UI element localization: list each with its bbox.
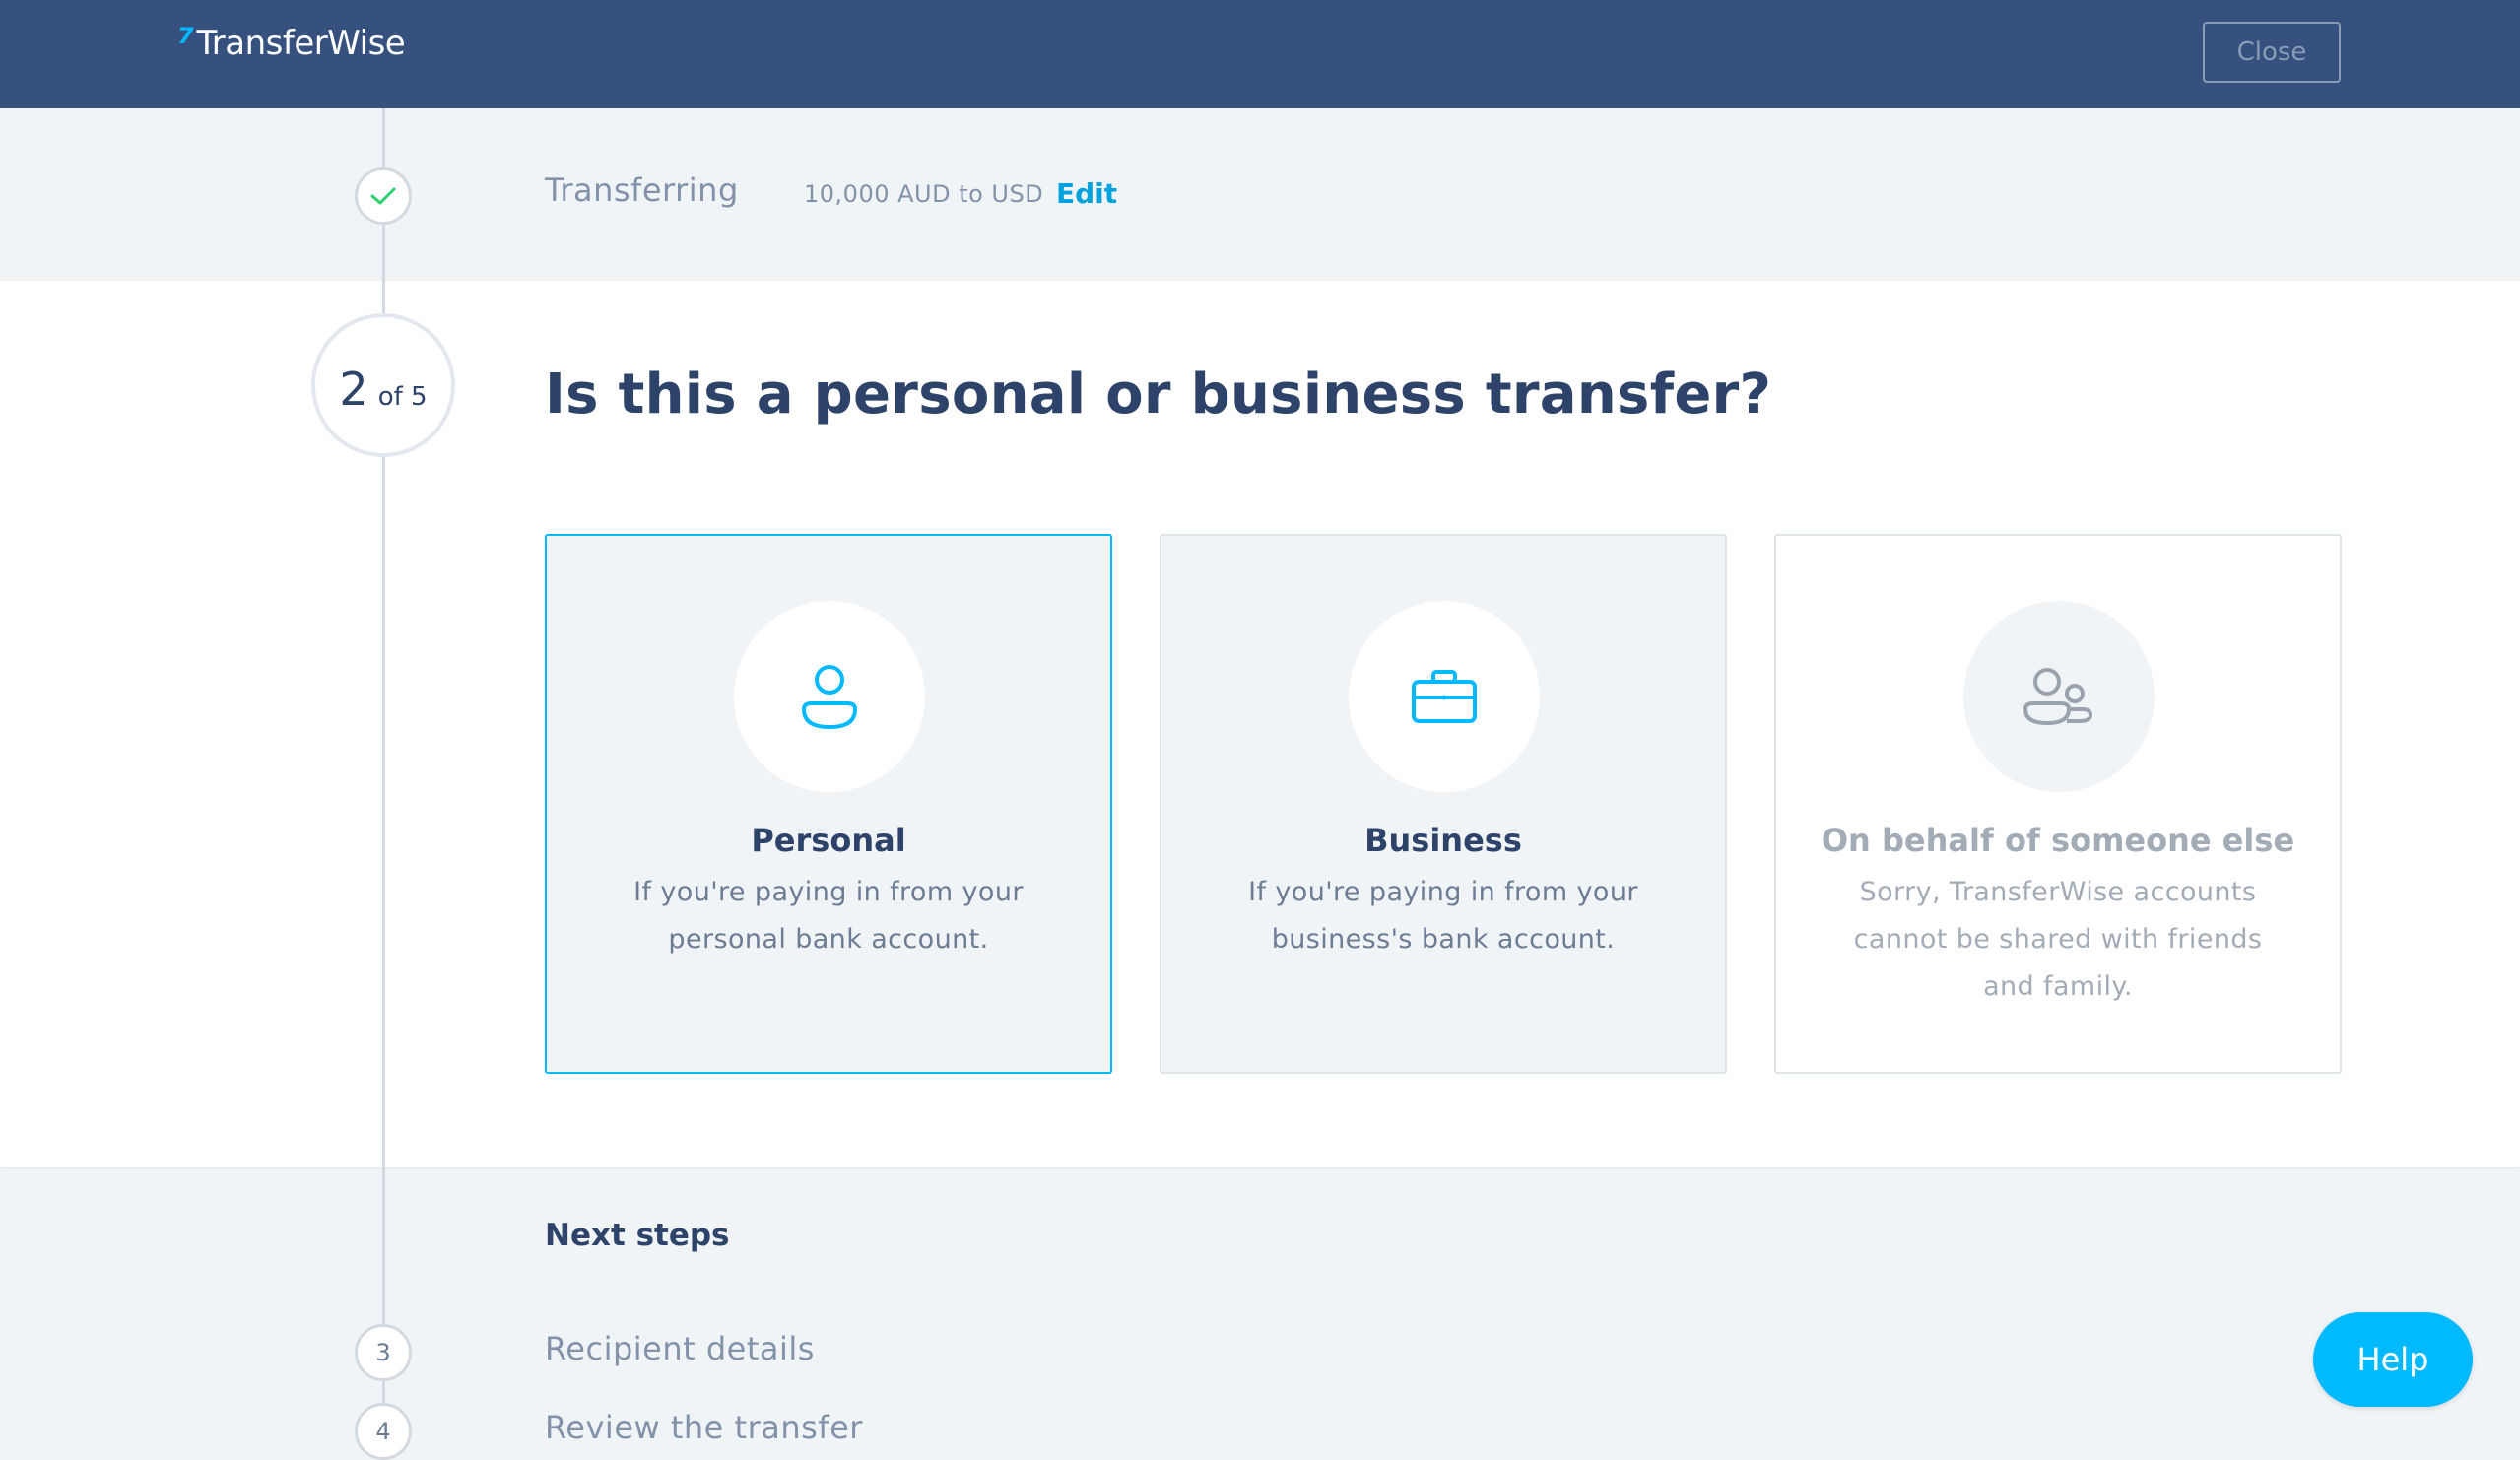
close-button[interactable]: Close: [2203, 22, 2341, 83]
help-button[interactable]: Help: [2313, 1312, 2473, 1407]
completed-step-label: Transferring: [545, 171, 739, 209]
option-description: Sorry, TransferWise accounts cannot be s…: [1853, 877, 2263, 1002]
step-number: 2: [339, 363, 368, 416]
person-icon: [802, 665, 857, 729]
transfer-summary: 10,000 AUD to USD: [804, 180, 1044, 208]
option-title: Personal: [751, 822, 906, 859]
logo-text: TransferWise: [196, 24, 406, 63]
transferwise-logo[interactable]: ⁷ TransferWise: [177, 21, 406, 66]
next-step-number: 4: [355, 1403, 412, 1460]
step-counter: 2 of 5: [311, 313, 455, 457]
next-step-number: 3: [355, 1324, 412, 1381]
two-people-icon: [2023, 668, 2092, 725]
option-icon-circle: [1963, 601, 2155, 792]
option-description: If you're paying in from your personal b…: [633, 877, 1024, 955]
option-description: If you're paying in from your business's…: [1248, 877, 1638, 955]
completed-step-indicator: [355, 167, 412, 225]
step-total: of 5: [377, 382, 428, 412]
logo-flag-icon: ⁷: [177, 21, 195, 66]
option-title: Business: [1364, 822, 1522, 859]
next-step-label: Recipient details: [545, 1330, 815, 1367]
option-personal[interactable]: Personal If you're paying in from your p…: [545, 534, 1112, 1074]
option-business[interactable]: Business If you're paying in from your b…: [1160, 534, 1727, 1074]
option-title: On behalf of someone else: [1821, 822, 2295, 859]
page-title: Is this a personal or business transfer?: [545, 363, 1772, 427]
edit-link[interactable]: Edit: [1056, 177, 1117, 210]
checkmark-icon: [370, 187, 396, 205]
briefcase-icon: [1412, 670, 1477, 723]
next-step-label: Review the transfer: [545, 1409, 863, 1446]
next-steps-heading: Next steps: [545, 1218, 730, 1253]
timeline-line: [382, 108, 385, 1454]
option-on-behalf: On behalf of someone else Sorry, Transfe…: [1774, 534, 2342, 1074]
option-icon-circle: [734, 601, 925, 792]
option-icon-circle: [1349, 601, 1540, 792]
top-bar: ⁷ TransferWise Close: [0, 0, 2520, 108]
